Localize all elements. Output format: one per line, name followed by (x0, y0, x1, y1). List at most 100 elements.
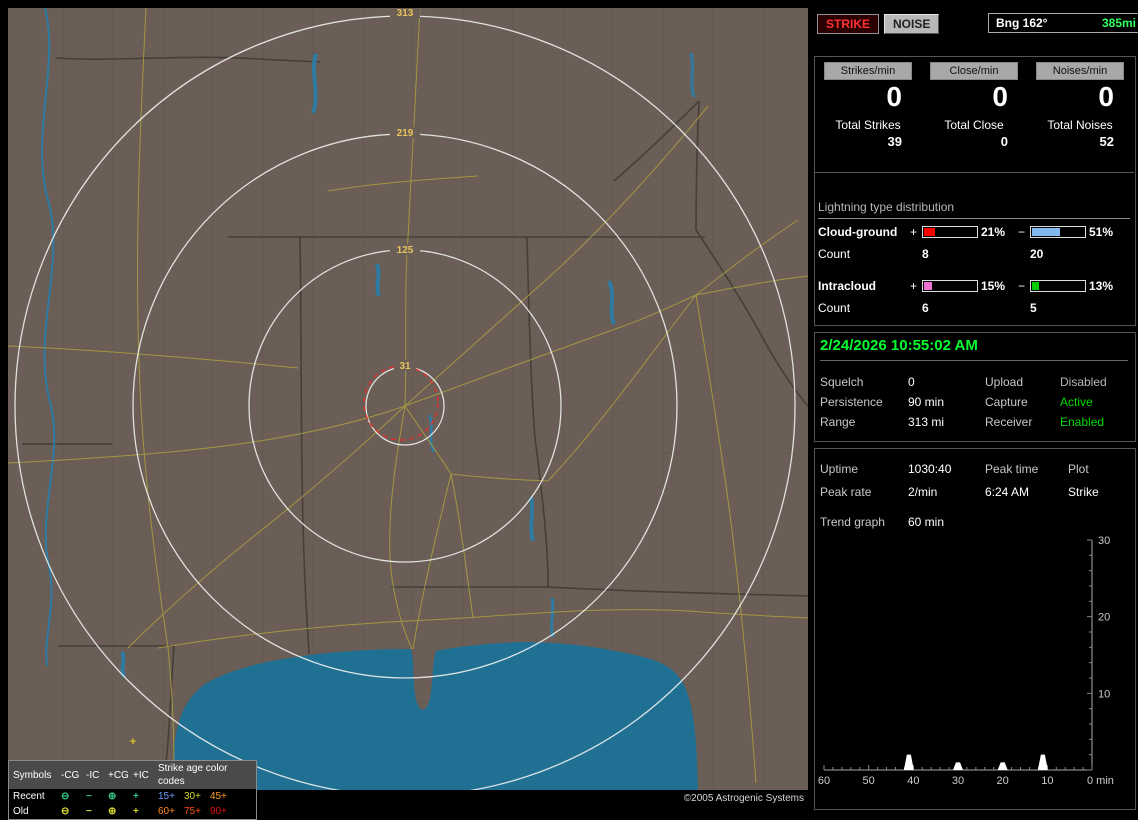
peak-time-label: Peak time (985, 462, 1039, 476)
cg-positive-bar (922, 226, 978, 238)
total-noises-value: 52 (1099, 134, 1114, 149)
count-label: Count (818, 301, 851, 315)
negative-sign: − (1018, 225, 1026, 239)
svg-text:50: 50 (863, 775, 875, 787)
stats-row: Uptime 1030:40 Peak time Plot (820, 462, 1132, 476)
ic-negative-bar (1030, 280, 1086, 292)
svg-text:60: 60 (818, 775, 830, 787)
cg-negative-pct: 51% (1089, 225, 1114, 239)
uptime-value: 1030:40 (908, 462, 952, 476)
neg-ic-icon: − (86, 791, 92, 802)
legend-col-ncg: -CG (61, 769, 80, 781)
intracloud-count-row: Count 6 5 (818, 301, 1132, 315)
legend-age-header: Strike age color codes (158, 763, 228, 787)
ic-positive-bar (922, 280, 978, 292)
trend-graph-label: Trend graph (820, 515, 885, 529)
divider (814, 172, 1134, 173)
legend-recent-row: Recent ⊖ − ⊕ + 15+ 30+ 45+ (9, 789, 256, 804)
map-svg: + 313 219 125 31 (7, 7, 809, 797)
cg-positive-pct: 21% (981, 225, 1006, 239)
rate-counters: Strikes/min Close/min Noises/min 0 0 0 T… (814, 62, 1134, 149)
capture-status: Active (1060, 395, 1093, 409)
count-label: Count (818, 247, 851, 261)
strikes-per-min-button[interactable]: Strikes/min (824, 62, 912, 80)
legend-col-pcg: +CG (108, 769, 129, 781)
cloud-ground-row: Cloud-ground + 21% − 51% (818, 225, 1132, 239)
noises-per-min-value: 0 (1098, 81, 1114, 112)
svg-text:20: 20 (997, 775, 1009, 787)
legend-col-nic: -IC (86, 769, 100, 781)
age-code: 30+ (183, 791, 201, 802)
squelch-value: 0 (908, 375, 915, 389)
intracloud-label: Intracloud (818, 279, 877, 293)
cloud-ground-count-row: Count 8 20 (818, 247, 1132, 261)
strike-toggle-button[interactable]: STRIKE (817, 14, 880, 34)
squelch-label: Squelch (820, 375, 864, 389)
cg-negative-bar (1030, 226, 1086, 238)
close-per-min-button[interactable]: Close/min (930, 62, 1018, 80)
range-ring-label: 31 (399, 361, 411, 372)
total-strikes-value: 39 (887, 134, 902, 149)
total-strikes-label: Total Strikes (835, 118, 901, 132)
bearing-label: Bng 162° (996, 16, 1048, 30)
legend-symbols-header: Symbols (13, 769, 52, 781)
clock-readout: 2/24/2026 10:55:02 AM (820, 337, 1128, 361)
age-code: 45+ (209, 791, 227, 802)
peak-time-value: 6:24 AM (985, 485, 1030, 499)
bearing-range: 385mi (1101, 16, 1136, 30)
ic-negative-count: 5 (1030, 301, 1037, 315)
range-label: Range (820, 415, 856, 429)
range-ring-label: 219 (397, 128, 414, 139)
legend-row-label: Recent (13, 791, 45, 802)
trend-graph-svg: 60 50 40 30 20 10 0 min 30 20 10 (818, 535, 1114, 787)
legend-col-pic: +IC (133, 769, 149, 781)
lightning-map[interactable]: + 313 219 125 31 (7, 7, 809, 797)
legend-header-row: Symbols -CG -IC +CG +IC Strike age color… (9, 761, 256, 789)
close-per-min-value: 0 (992, 81, 1008, 112)
svg-text:10: 10 (1098, 688, 1110, 700)
range-value: 313 mi (908, 415, 945, 429)
total-noises-label: Total Noises (1047, 118, 1113, 132)
persistence-value: 90 min (908, 395, 945, 409)
range-ring-label: 125 (397, 245, 414, 256)
pos-cg-icon: ⊕ (108, 791, 117, 802)
status-panel: STRIKE NOISE Bng 162° 385mi Strikes/min … (812, 0, 1138, 812)
plot-label: Plot (1068, 462, 1089, 476)
receiver-label: Receiver (985, 415, 1033, 429)
total-close-value: 0 (1000, 134, 1008, 149)
trend-graph-header: Trend graph 60 min (820, 515, 1132, 529)
svg-text:30: 30 (1098, 535, 1110, 547)
total-close-label: Total Close (944, 118, 1004, 132)
distribution-title: Lightning type distribution (818, 200, 1130, 219)
positive-sign: + (910, 225, 918, 239)
svg-text:0 min: 0 min (1087, 775, 1114, 787)
intracloud-row: Intracloud + 15% − 13% (818, 279, 1132, 293)
plot-value: Strike (1068, 485, 1099, 499)
cloud-ground-label: Cloud-ground (818, 225, 898, 239)
ic-positive-count: 6 (922, 301, 929, 315)
pos-ic-icon: + (133, 791, 139, 802)
settings-row: Range 313 mi Receiver Enabled (820, 415, 1132, 429)
persistence-label: Persistence (820, 395, 883, 409)
noises-per-min-button[interactable]: Noises/min (1036, 62, 1124, 80)
neg-cg-icon: ⊖ (61, 791, 70, 802)
peak-rate-value: 2/min (908, 485, 938, 499)
trend-graph: 60 50 40 30 20 10 0 min 30 20 10 (816, 532, 1128, 797)
noise-toggle-button[interactable]: NOISE (884, 14, 940, 34)
ic-negative-pct: 13% (1089, 279, 1114, 293)
negative-sign: − (1018, 279, 1026, 293)
svg-text:10: 10 (1041, 775, 1053, 787)
receiver-status: Enabled (1060, 415, 1105, 429)
nexstorm-window: { "app": { "copyright": "©2005 Astrogeni… (0, 0, 1138, 820)
range-ring-label: 313 (397, 8, 414, 19)
upload-status: Disabled (1060, 375, 1107, 389)
cg-negative-count: 20 (1030, 247, 1044, 261)
svg-text:30: 30 (952, 775, 964, 787)
positive-sign: + (910, 279, 918, 293)
svg-text:40: 40 (907, 775, 919, 787)
strikes-per-min-value: 0 (886, 81, 902, 112)
strike-symbol: + (130, 736, 136, 748)
capture-label: Capture (985, 395, 1028, 409)
ic-positive-pct: 15% (981, 279, 1006, 293)
uptime-label: Uptime (820, 462, 859, 476)
